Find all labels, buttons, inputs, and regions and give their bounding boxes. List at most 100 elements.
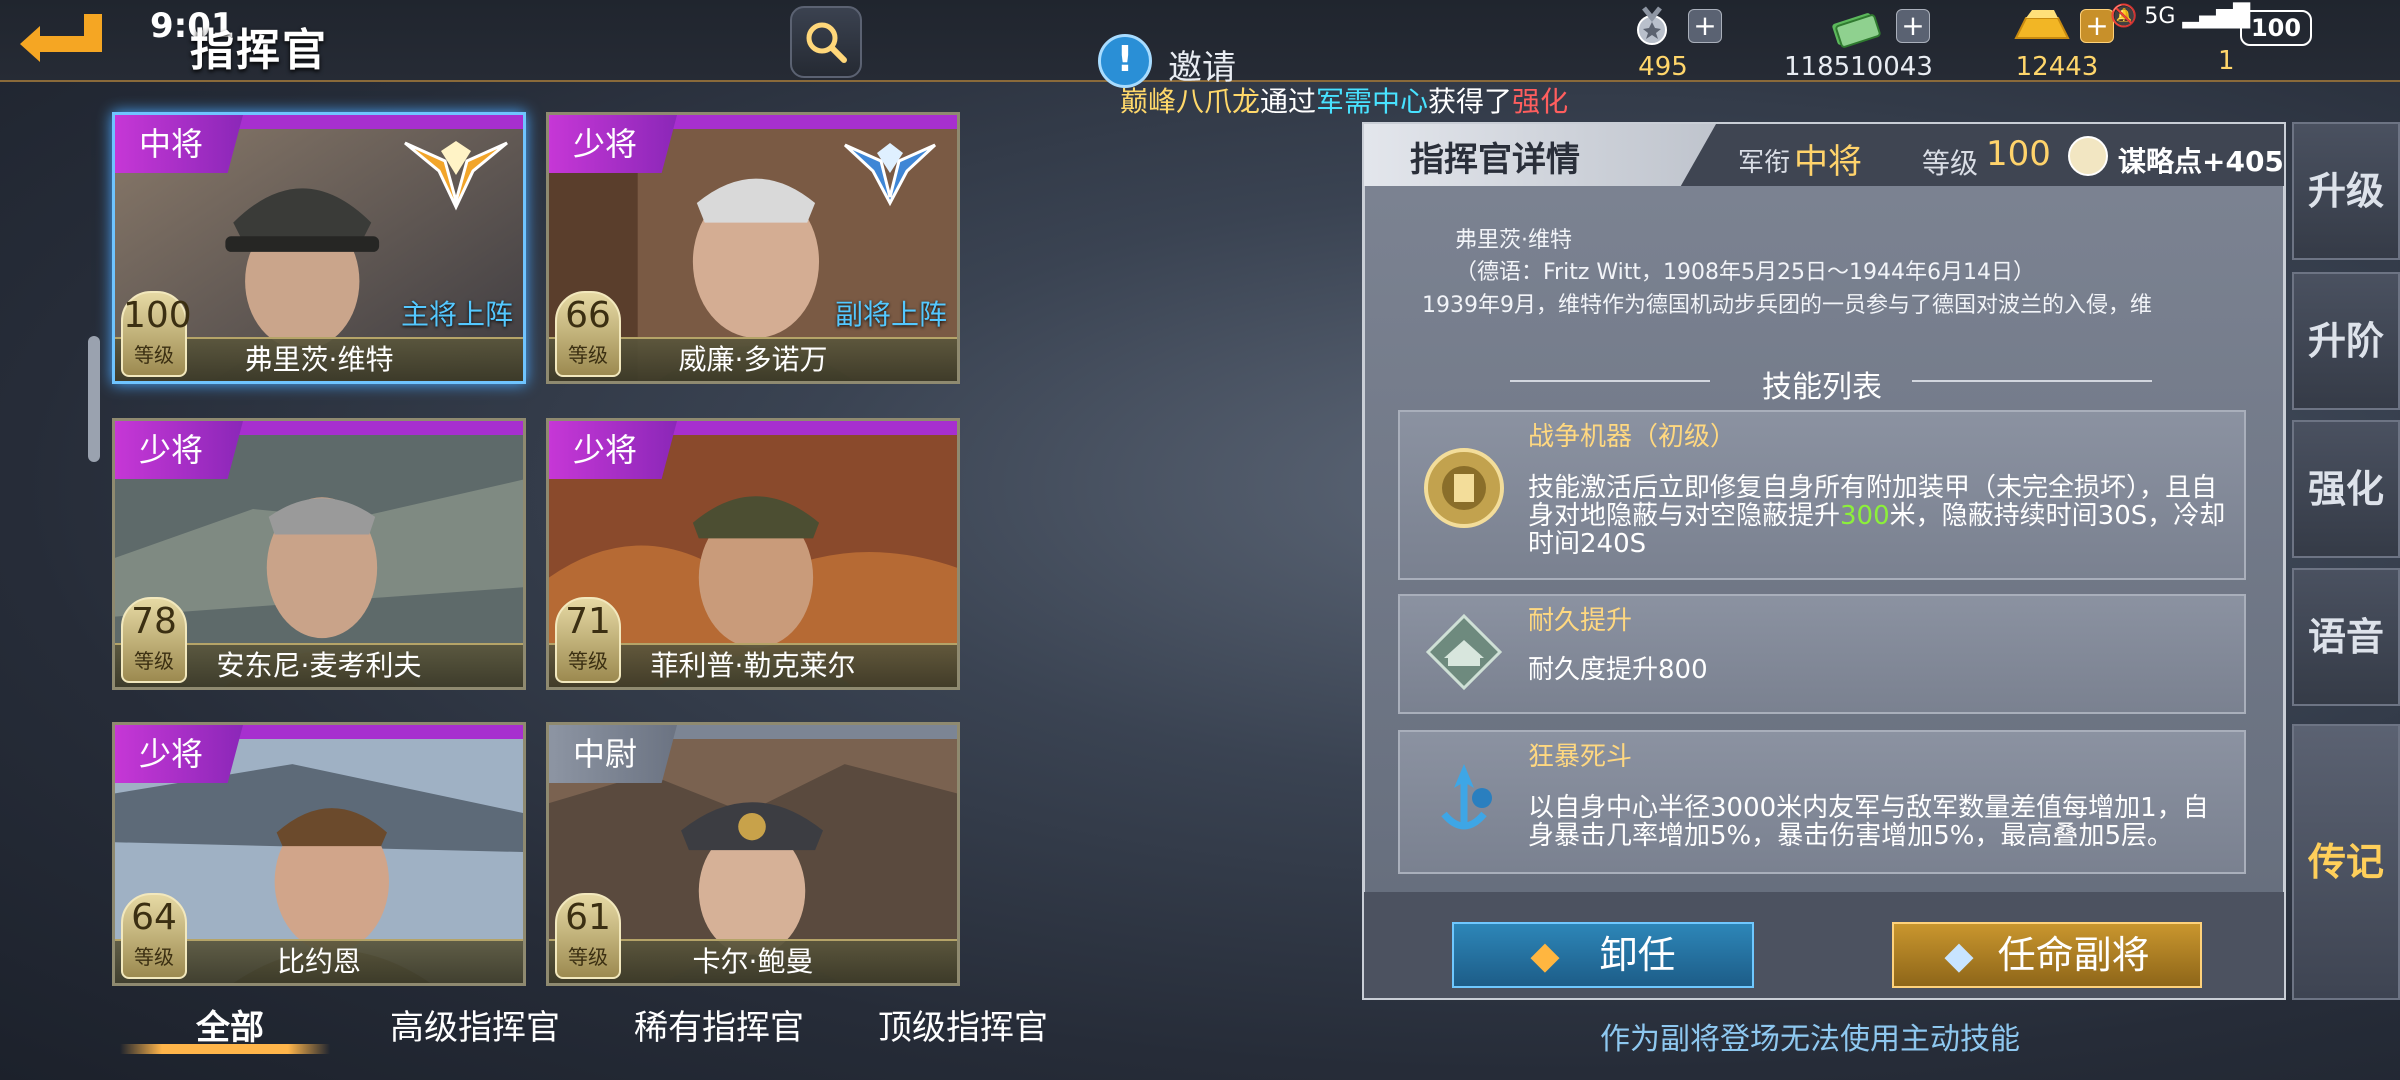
marquee-source: 军需中心 — [1316, 85, 1429, 118]
rank-label: 军衔 — [1738, 148, 1791, 178]
cash-icon — [1832, 13, 1881, 48]
signal-label: 5G — [2144, 4, 2176, 29]
commander-card[interactable]: 少将 副将上阵 威廉·多诺万 66 等级 — [546, 112, 960, 384]
level-badge: 64 等级 — [121, 893, 187, 979]
back-button[interactable] — [14, 12, 110, 64]
tab-all[interactable]: 全部 — [196, 1000, 264, 1049]
level-label: 等级 — [568, 343, 608, 367]
marquee-item: 强化 — [1512, 85, 1569, 118]
side-tab-voice[interactable]: 语音 — [2292, 568, 2400, 706]
add-cash-button[interactable]: + — [1896, 9, 1930, 43]
dismiss-button[interactable]: ◆ 卸任 — [1452, 922, 1754, 988]
level-number: 61 — [565, 897, 611, 938]
war-machine-icon — [1424, 448, 1504, 528]
level-number: 71 — [565, 601, 611, 642]
active-tab-underline — [120, 1044, 330, 1054]
add-gold-button[interactable]: + — [2080, 9, 2114, 43]
mute-icon: 🔕 — [2110, 4, 2138, 29]
commander-card[interactable]: 中将 主将上阵 弗里茨·维特 100 等级 — [112, 112, 526, 384]
level-badge: 71 等级 — [555, 597, 621, 683]
durability-icon — [1425, 613, 1503, 691]
add-medal-button[interactable]: + — [1688, 9, 1722, 43]
rank-value: 中将 — [1794, 142, 1862, 182]
broadcast-marquee: 巅峰八爪龙通过军需中心获得了强化 — [1120, 80, 1568, 120]
level-value: 100 — [1986, 134, 2051, 174]
tab-top[interactable]: 顶级指挥官 — [878, 1000, 1048, 1049]
cash-value: 118510043 — [1784, 52, 1933, 82]
bio-text-content: 1939年9月，维特作为德国机动步兵团的一员参与了德国对波兰的入侵，维 — [1422, 293, 2152, 318]
appoint-deputy-button[interactable]: ◆ 任命副将 — [1892, 922, 2202, 988]
general-wings-icon — [843, 143, 937, 207]
skill-card[interactable]: 战争机器（初级） 技能激活后立即修复自身所有附加装甲（未完全损坏），且自身对地隐… — [1398, 410, 2246, 580]
tab-rare[interactable]: 稀有指挥官 — [634, 1000, 804, 1049]
level-number: 100 — [123, 295, 192, 336]
rank-badge: 少将 — [115, 725, 244, 783]
skill-highlight-value: 300 — [1840, 501, 1890, 531]
skill-card[interactable]: 耐久提升 耐久度提升800 — [1398, 594, 2246, 714]
marquee-player: 巅峰八爪龙 — [1120, 85, 1261, 118]
marquee-via: 通过 — [1260, 85, 1317, 118]
deploy-status: 主将上阵 — [400, 298, 513, 331]
bio-name: 弗里茨·维特 — [1455, 228, 1572, 253]
list-scrollbar[interactable] — [88, 336, 100, 462]
skill-name: 狂暴死斗 — [1528, 742, 1633, 772]
level-badge: 78 等级 — [121, 597, 187, 683]
dismiss-label: 卸任 — [1599, 933, 1676, 977]
rank-badge: 中尉 — [549, 725, 678, 783]
skill-name: 耐久提升 — [1528, 606, 1633, 636]
bio-german-name: （德语：Fritz Witt，1908年5月25日～1944年6月14日） — [1455, 260, 2035, 285]
level-number: 64 — [131, 897, 177, 938]
level-badge: 61 等级 — [555, 893, 621, 979]
level-badge: 100 等级 — [121, 291, 192, 377]
gold-value: 12443 — [2015, 52, 2099, 82]
level-label: 等级 — [134, 945, 174, 969]
ticket-value: 1 — [2218, 46, 2235, 76]
commander-card[interactable]: 中尉 卡尔·鲍曼 61 等级 — [546, 722, 960, 986]
resource-cash: + 118510043 — [1784, 4, 1933, 82]
divider — [1912, 380, 2152, 382]
side-tab-upgrade[interactable]: 升级 — [2292, 122, 2400, 260]
wings-icon: ◆ — [1530, 933, 1560, 977]
bio-text[interactable]: 1939年9月，维特作为德国机动步兵团的一员参与了德国对波兰的入侵，维 — [1422, 290, 2242, 340]
search-button[interactable] — [790, 6, 862, 78]
level-label: 等级 — [134, 649, 174, 673]
marquee-got: 获得了 — [1428, 85, 1513, 118]
side-tab-enhance[interactable]: 强化 — [2292, 420, 2400, 558]
rank-badge: 少将 — [549, 421, 678, 479]
commander-card[interactable]: 少将 比约恩 64 等级 — [112, 722, 526, 986]
skill-name: 战争机器（初级） — [1528, 422, 1737, 452]
side-tab-biography[interactable]: 传记 — [2292, 724, 2400, 1000]
skill-description: 耐久度提升800 — [1528, 655, 1708, 685]
strategy-points-icon — [2068, 136, 2108, 176]
berserk-icon — [1441, 764, 1492, 830]
skill-description: 技能激活后立即修复自身所有附加装甲（未完全损坏），且自身对地隐蔽与对空隐蔽提升3… — [1528, 474, 2228, 558]
level-number: 78 — [131, 601, 177, 642]
medal-value: 495 — [1638, 52, 1688, 82]
page-title: 指挥官 — [190, 25, 328, 76]
back-arrow-icon — [20, 14, 102, 62]
detail-title: 指挥官详情 — [1410, 140, 1580, 180]
level-label: 等级 — [568, 945, 608, 969]
skill-description: 以自身中心半径3000米内友军与敌军数量差值每增加1，自身暴击几率增加5%，暴击… — [1528, 793, 2209, 851]
search-icon — [806, 22, 847, 63]
level-number: 66 — [565, 295, 611, 336]
general-wings-icon — [404, 141, 508, 211]
invite-button[interactable]: ! 邀请 — [1098, 34, 1378, 88]
commander-card[interactable]: 少将 菲利普·勒克莱尔 71 等级 — [546, 418, 960, 690]
strategy-points: 谋略点+405 — [2118, 145, 2284, 178]
appoint-label: 任命副将 — [1997, 933, 2150, 977]
deploy-status: 副将上阵 — [834, 298, 947, 331]
status-icons: 🔕 5G ▂▄▆█ — [2110, 4, 2250, 29]
skill-card[interactable]: 狂暴死斗 以自身中心半径3000米内友军与敌军数量差值每增加1，自身暴击几率增加… — [1398, 730, 2246, 874]
resource-medal: + 495 — [1630, 4, 1722, 82]
gold-bar-icon — [2014, 10, 2070, 39]
tab-advanced[interactable]: 高级指挥官 — [390, 1000, 560, 1049]
resource-gold: + 12443 — [2000, 4, 2114, 82]
battery-indicator: 100 — [2240, 10, 2312, 46]
medal-icon — [1637, 6, 1667, 45]
level-label: 等级 — [134, 343, 174, 367]
level-label: 等级 — [1922, 147, 1979, 180]
skills-title: 技能列表 — [1762, 370, 1882, 405]
side-tab-rank-up[interactable]: 升阶 — [2292, 272, 2400, 410]
commander-card[interactable]: 少将 安东尼·麦考利夫 78 等级 — [112, 418, 526, 690]
